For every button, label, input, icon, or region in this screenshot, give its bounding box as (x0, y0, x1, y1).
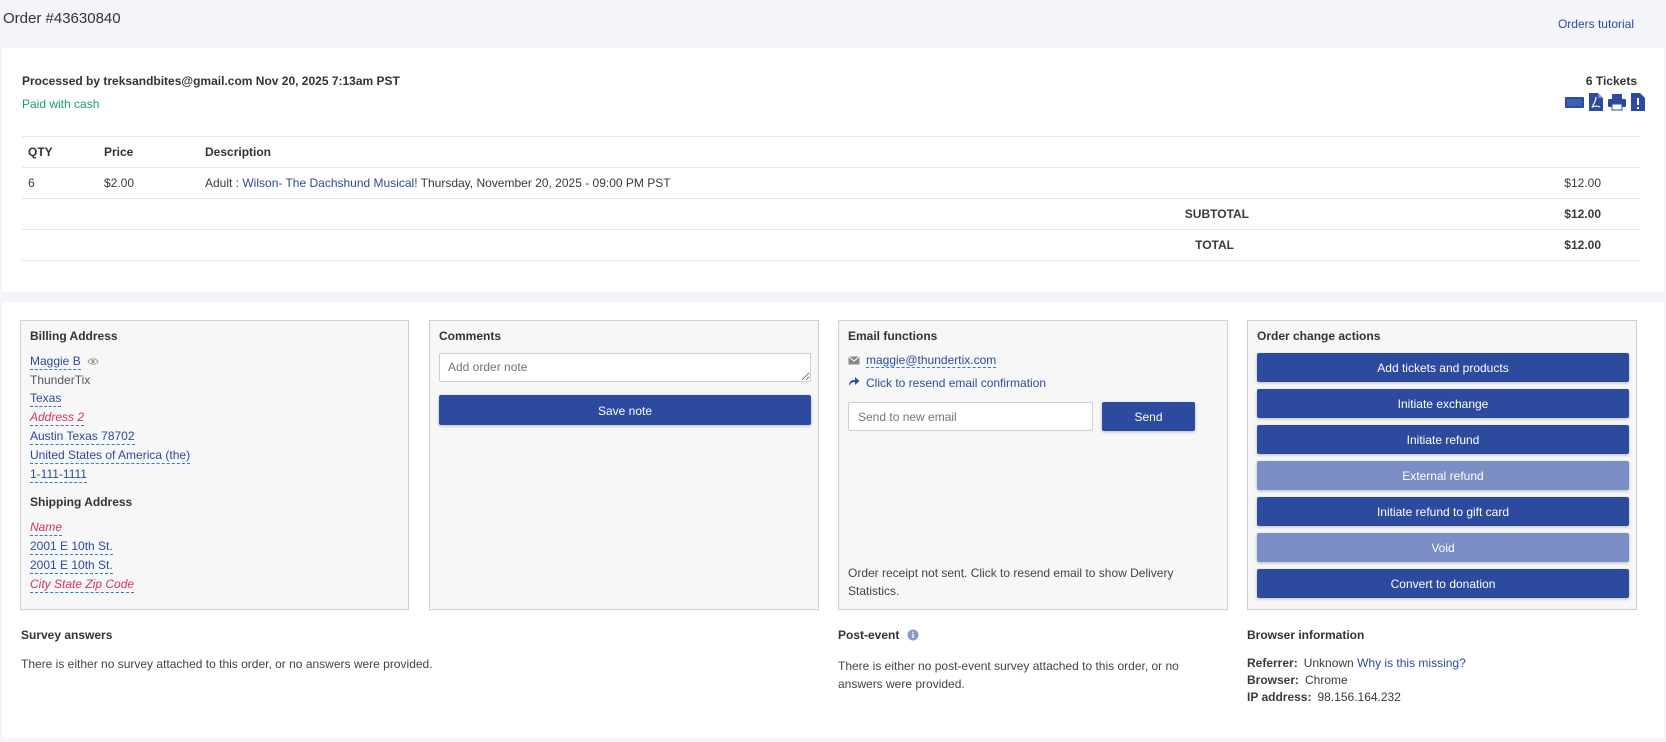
total-label: TOTAL (199, 229, 1459, 261)
survey-section: Survey answers There is either no survey… (21, 628, 433, 673)
info-icon[interactable] (907, 629, 919, 644)
subtotal-row: SUBTOTAL $12.00 (22, 198, 1639, 230)
void-button[interactable]: Void (1257, 533, 1629, 562)
billing-city-line[interactable]: Austin Texas 78702 (30, 428, 135, 445)
column-price: Price (98, 136, 199, 168)
column-description: Description (199, 136, 1459, 168)
order-summary-card: Processed by treksandbites@gmail.com Nov… (2, 48, 1664, 292)
share-arrow-icon (848, 376, 860, 390)
referrer-label: Referrer: (1247, 656, 1298, 670)
billing-company: ThunderTix (30, 373, 91, 387)
page-title: Order #43630840 (3, 10, 121, 27)
browser-value: Chrome (1305, 673, 1348, 687)
column-amount (1459, 136, 1639, 168)
actions-title: Order change actions (1257, 329, 1381, 343)
post-event-title: Post-event (838, 628, 900, 642)
event-link[interactable]: Wilson- The Dachshund Musical! (242, 176, 417, 190)
billing-country[interactable]: United States of America (the) (30, 447, 191, 464)
new-email-input[interactable] (848, 402, 1093, 431)
ticket-actions (1564, 92, 1646, 115)
shipping-city[interactable]: City State Zip Code (30, 576, 135, 593)
total-amount: $12.00 (1459, 229, 1639, 261)
survey-text: There is either no survey attached to th… (21, 657, 433, 671)
ip-label: IP address: (1247, 690, 1312, 704)
item-qty: 6 (22, 167, 98, 199)
shipping-street1[interactable]: 2001 E 10th St. (30, 538, 113, 555)
eye-icon[interactable] (87, 355, 99, 369)
post-event-heading: Post-event (838, 628, 1198, 644)
referrer-row: Referrer: Unknown Why is this missing? (1247, 655, 1466, 672)
send-button[interactable]: Send (1102, 402, 1195, 431)
column-qty: QTY (22, 136, 98, 168)
item-price: $2.00 (98, 167, 199, 199)
printer-icon[interactable] (1607, 93, 1627, 114)
ip-value: 98.156.164.232 (1317, 690, 1401, 704)
save-note-button[interactable]: Save note (439, 395, 811, 425)
survey-title: Survey answers (21, 628, 113, 642)
shipping-title: Shipping Address (30, 495, 133, 509)
billing-name[interactable]: Maggie B (30, 353, 81, 370)
refund-gift-card-button[interactable]: Initiate refund to gift card (1257, 497, 1629, 526)
item-description: Adult : Wilson- The Dachshund Musical! T… (199, 167, 1459, 199)
table-row: 6 $2.00 Adult : Wilson- The Dachshund Mu… (22, 167, 1639, 199)
billing-title: Billing Address (30, 329, 118, 343)
resend-confirmation-link[interactable]: Click to resend email confirmation (866, 376, 1046, 390)
billing-address-panel: Billing Address Maggie B ThunderTix Texa… (20, 320, 409, 610)
orders-tutorial-link[interactable]: Orders tutorial (1558, 17, 1634, 31)
external-refund-button[interactable]: External refund (1257, 461, 1629, 490)
item-amount: $12.00 (1459, 167, 1639, 199)
ip-row: IP address: 98.156.164.232 (1247, 689, 1466, 706)
browser-info-title: Browser information (1247, 628, 1365, 642)
order-items-table: QTY Price Description 6 $2.00 Adult : Wi… (22, 136, 1639, 261)
subtotal-amount: $12.00 (1459, 198, 1639, 230)
referrer-value: Unknown (1303, 656, 1354, 670)
order-note-input[interactable] (439, 353, 811, 382)
browser-label: Browser: (1247, 673, 1300, 687)
customer-email-link[interactable]: maggie@thundertix.com (866, 353, 997, 368)
comments-panel: Comments Save note (429, 320, 819, 610)
billing-state[interactable]: Texas (30, 390, 62, 407)
top-bar: Order #43630840 Orders tutorial (0, 0, 1666, 48)
initiate-refund-button[interactable]: Initiate refund (1257, 425, 1629, 454)
pdf-icon[interactable] (1588, 92, 1604, 115)
browser-row: Browser: Chrome (1247, 672, 1466, 689)
email-functions-panel: Email functions maggie@thundertix.com Cl… (838, 320, 1228, 610)
receipt-status-text: Order receipt not sent. Click to resend … (848, 566, 1174, 598)
total-row: TOTAL $12.00 (22, 229, 1639, 261)
ticket-alert-icon[interactable] (1630, 92, 1646, 115)
payment-status: Paid with cash (22, 97, 100, 111)
post-event-section: Post-event There is either no post-event… (838, 628, 1198, 693)
order-actions-panel: Order change actions Add tickets and pro… (1247, 320, 1637, 610)
billing-phone[interactable]: 1-111-1111 (30, 466, 87, 483)
order-details-card: Billing Address Maggie B ThunderTix Texa… (2, 302, 1664, 738)
add-tickets-button[interactable]: Add tickets and products (1257, 353, 1629, 382)
comments-title: Comments (439, 329, 502, 343)
initiate-exchange-button[interactable]: Initiate exchange (1257, 389, 1629, 418)
processed-by-text: Processed by treksandbites@gmail.com Nov… (22, 74, 400, 88)
shipping-street2[interactable]: 2001 E 10th St. (30, 557, 113, 574)
browser-info-section: Browser information Referrer: Unknown Why… (1247, 628, 1466, 706)
table-header-row: QTY Price Description (22, 136, 1639, 168)
email-title: Email functions (848, 329, 938, 343)
shipping-name[interactable]: Name (30, 519, 63, 536)
ticket-icon[interactable] (1564, 94, 1585, 113)
tickets-count: 6 Tickets (1585, 74, 1637, 88)
post-event-text: There is either no post-event survey att… (838, 659, 1179, 691)
convert-donation-button[interactable]: Convert to donation (1257, 569, 1629, 598)
item-type: Adult : (205, 176, 243, 190)
event-date: Thursday, November 20, 2025 - 09:00 PM P… (417, 176, 671, 190)
subtotal-label: SUBTOTAL (199, 198, 1459, 230)
envelope-icon (848, 354, 860, 368)
why-missing-link[interactable]: Why is this missing? (1357, 656, 1466, 670)
billing-address2[interactable]: Address 2 (30, 409, 85, 426)
